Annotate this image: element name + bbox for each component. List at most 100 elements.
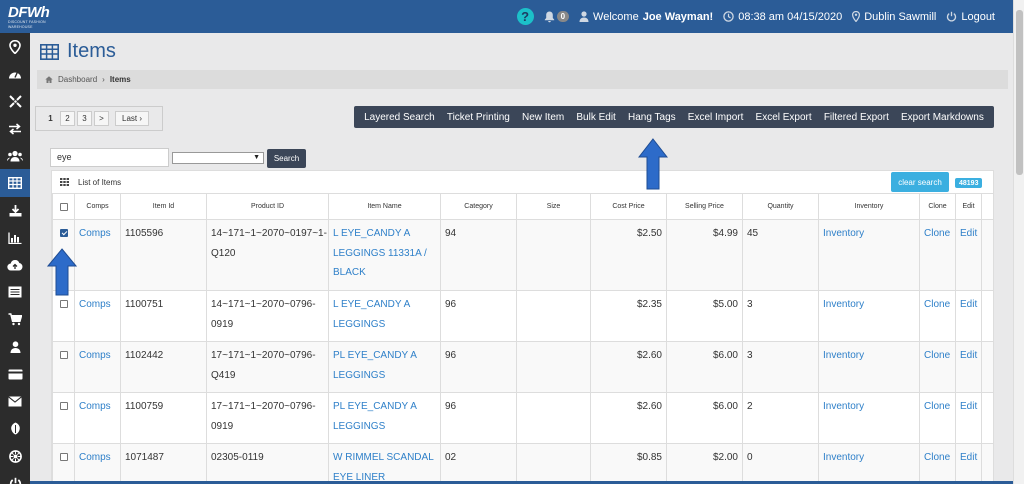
search-button[interactable]: Search [267, 149, 306, 168]
header-product-id[interactable]: Product ID [206, 193, 329, 220]
logout-button[interactable]: Logout [946, 11, 995, 23]
clone-link[interactable]: Clone [924, 452, 950, 463]
select-all-checkbox[interactable] [59, 202, 68, 211]
header-edit[interactable]: Edit [955, 193, 982, 220]
sidebar-item-list[interactable] [0, 279, 30, 306]
clone-link[interactable]: Clone [924, 228, 950, 239]
sidebar-item-power[interactable] [0, 470, 30, 484]
bulk-edit-button[interactable]: Bulk Edit [576, 112, 615, 123]
sidebar-item-empire[interactable] [0, 442, 30, 469]
sidebar-item-rebel[interactable] [0, 415, 30, 442]
notifications-button[interactable]: 0 [544, 11, 570, 23]
search-filter-select[interactable]: ▼ [172, 152, 264, 164]
vertical-scrollbar[interactable] [1013, 0, 1024, 484]
clone-link[interactable]: Clone [924, 401, 950, 412]
new-item-button[interactable]: New Item [522, 112, 564, 123]
header-item-id[interactable]: Item Id [120, 193, 207, 220]
edit-link[interactable]: Edit [960, 452, 977, 463]
comps-link[interactable]: Comps [79, 452, 111, 463]
sidebar-item-reports[interactable] [0, 224, 30, 251]
page-2[interactable]: 2 [60, 111, 75, 126]
sidebar-item-items[interactable] [0, 169, 30, 197]
comps-link[interactable]: Comps [79, 299, 111, 310]
header-inventory[interactable]: Inventory [818, 193, 920, 220]
location[interactable]: Dublin Sawmill [852, 11, 936, 23]
spacer-cell [981, 219, 993, 291]
user-menu[interactable]: Welcome Joe Wayman! [579, 11, 713, 23]
edit-link[interactable]: Edit [960, 299, 977, 310]
cart-icon [8, 313, 22, 326]
sidebar-item-location[interactable] [0, 33, 30, 60]
scrollbar-thumb[interactable] [1016, 10, 1023, 175]
header-quantity[interactable]: Quantity [742, 193, 819, 220]
export-markdowns-button[interactable]: Export Markdowns [901, 112, 984, 123]
ticket-printing-button[interactable]: Ticket Printing [447, 112, 510, 123]
inventory-link[interactable]: Inventory [823, 299, 864, 310]
clone-link[interactable]: Clone [924, 299, 950, 310]
header-clone[interactable]: Clone [919, 193, 956, 220]
excel-import-button[interactable]: Excel Import [688, 112, 744, 123]
edit-link[interactable]: Edit [960, 401, 977, 412]
item-name-link[interactable]: W RIMMEL SCANDAL EYE LINER [333, 452, 433, 483]
sidebar-item-cart[interactable] [0, 306, 30, 333]
item-id-cell: 1100759 [120, 392, 207, 444]
logout-label: Logout [961, 10, 995, 23]
quantity-cell: 2 [742, 392, 819, 444]
header-item-name[interactable]: Item Name [328, 193, 441, 220]
cloud-upload-icon [7, 260, 23, 271]
breadcrumb-home[interactable]: Dashboard [58, 75, 97, 84]
comps-cell: Comps [74, 443, 121, 483]
location-text: Dublin Sawmill [864, 10, 937, 23]
row-checkbox[interactable] [59, 453, 68, 461]
page-3[interactable]: 3 [77, 111, 92, 126]
header-selling-price[interactable]: Selling Price [666, 193, 743, 220]
row-checkbox[interactable] [59, 402, 68, 410]
edit-link[interactable]: Edit [960, 228, 977, 239]
row-checkbox[interactable] [59, 351, 68, 359]
inventory-link[interactable]: Inventory [823, 228, 864, 239]
layered-search-button[interactable]: Layered Search [364, 112, 435, 123]
sidebar-item-crosshair[interactable] [0, 88, 30, 115]
comps-link[interactable]: Comps [79, 350, 111, 361]
item-name-link[interactable]: L EYE_CANDY A LEGGINGS [333, 299, 410, 330]
page-1[interactable]: 1 [43, 111, 58, 126]
header-comps[interactable]: Comps [74, 193, 121, 220]
sidebar-item-download[interactable] [0, 197, 30, 224]
clone-link[interactable]: Clone [924, 350, 950, 361]
excel-export-button[interactable]: Excel Export [756, 112, 812, 123]
filtered-export-button[interactable]: Filtered Export [824, 112, 889, 123]
sidebar-item-upload[interactable] [0, 251, 30, 278]
inventory-link[interactable]: Inventory [823, 452, 864, 463]
header-spacer [981, 193, 993, 220]
row-checkbox[interactable] [59, 229, 68, 237]
inventory-link[interactable]: Inventory [823, 350, 864, 361]
row-select-cell [52, 443, 75, 483]
item-name-link[interactable]: PL EYE_CANDY A LEGGINGS [333, 350, 416, 381]
sidebar-item-users[interactable] [0, 142, 30, 169]
header-cost-price[interactable]: Cost Price [590, 193, 667, 220]
edit-link[interactable]: Edit [960, 350, 977, 361]
item-name-link[interactable]: L EYE_CANDY A LEGGINGS 11331A / BLACK [333, 228, 427, 278]
sidebar-item-user[interactable] [0, 333, 30, 360]
sidebar-item-transfers[interactable] [0, 115, 30, 142]
help-icon[interactable]: ? [516, 8, 534, 25]
item-name-cell: L EYE_CANDY A LEGGINGS [328, 290, 441, 342]
page-next[interactable]: > [94, 111, 109, 126]
hang-tags-button[interactable]: Hang Tags [628, 112, 676, 123]
search-input[interactable]: eye [50, 148, 169, 167]
rebel-icon [10, 422, 20, 435]
sidebar-item-payments[interactable] [0, 361, 30, 388]
row-checkbox[interactable] [59, 300, 68, 308]
inventory-link[interactable]: Inventory [823, 401, 864, 412]
app-logo[interactable]: DFWh DISCOUNT FASHION WAREHOUSE [8, 5, 56, 29]
header-size[interactable]: Size [516, 193, 591, 220]
clear-search-button[interactable]: clear search [891, 172, 949, 192]
comps-link[interactable]: Comps [79, 401, 111, 412]
edit-cell: Edit [955, 443, 982, 483]
sidebar-item-messages[interactable] [0, 388, 30, 415]
item-name-link[interactable]: PL EYE_CANDY A LEGGINGS [333, 401, 416, 432]
page-last[interactable]: Last › [115, 111, 150, 126]
header-category[interactable]: Category [440, 193, 517, 220]
sidebar-item-dashboard[interactable] [0, 60, 30, 87]
comps-link[interactable]: Comps [79, 228, 111, 239]
